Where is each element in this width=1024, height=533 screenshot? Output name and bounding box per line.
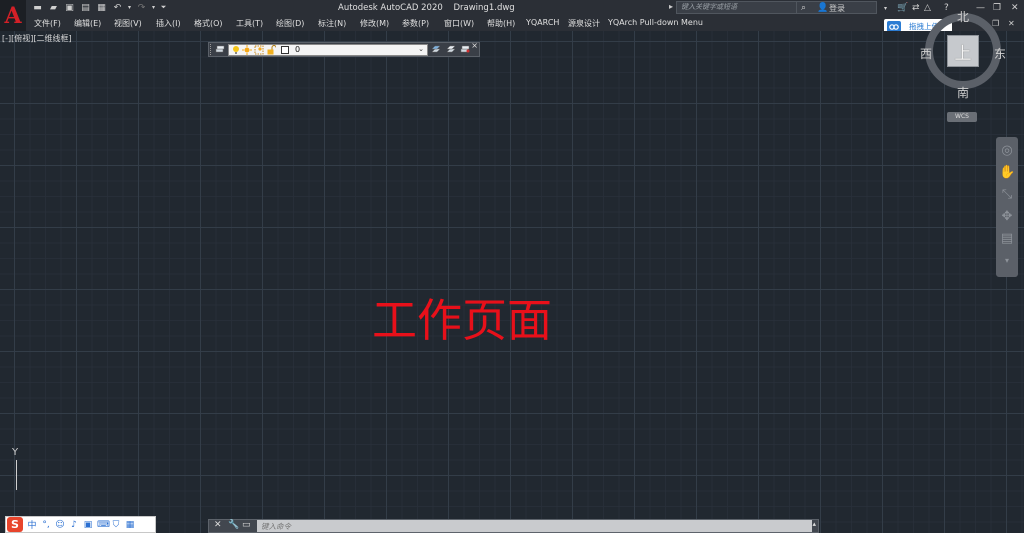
menu-edit[interactable]: 编辑(E) [74, 18, 101, 29]
shirt-icon[interactable]: ⛉ [111, 520, 121, 530]
navigation-bar: ◎ ✋ ⤡ ✥ ▤ ▾ [996, 137, 1018, 277]
search-expand-icon[interactable]: ▸ [669, 2, 673, 11]
save-icon[interactable]: ▣ [64, 2, 75, 13]
title-bar: ▬ ▰ ▣ ▤ ▦ ↶ ▾ ↷ ▾ ⏷ Autodesk AutoCAD 202… [0, 0, 1024, 16]
redo-icon[interactable]: ↷ [136, 2, 147, 13]
window-title: Autodesk AutoCAD 2020 Drawing1.dwg [338, 3, 523, 13]
menu-yqarch-pulldown[interactable]: YQArch Pull-down Menu [608, 18, 703, 27]
work-area-annotation: 工作页面 [372, 294, 553, 347]
menu-view[interactable]: 视图(V) [114, 18, 142, 29]
layer-color-swatch[interactable] [281, 46, 289, 54]
emoji-icon[interactable]: ☺ [55, 520, 65, 530]
open-icon[interactable]: ▰ [48, 2, 59, 13]
menu-window[interactable]: 窗口(W) [444, 18, 474, 29]
layer-viewport-freeze-icon[interactable] [254, 45, 264, 55]
viewcube-top-face[interactable]: 上 [947, 35, 979, 67]
new-icon[interactable]: ▬ [32, 2, 43, 13]
sogou-logo-icon[interactable]: S [7, 517, 23, 532]
command-line: ✕ 🔧 ▭ ▴ [208, 519, 819, 533]
pan-icon[interactable]: ✋ [999, 165, 1015, 181]
microphone-icon[interactable]: ♪ [69, 520, 79, 530]
zoom-extents-icon[interactable]: ⤡ [999, 187, 1015, 203]
layer-unlock-icon[interactable] [266, 45, 276, 55]
menu-file[interactable]: 文件(F) [34, 18, 61, 29]
menu-format[interactable]: 格式(O) [194, 18, 223, 29]
menu-yqarch[interactable]: YQARCH [526, 18, 559, 27]
cmd-customize-icon[interactable]: 🔧 [228, 520, 239, 530]
menu-parametric[interactable]: 参数(P) [402, 18, 429, 29]
layer-state-icon[interactable] [460, 44, 470, 54]
app-menu-button[interactable]: A [0, 0, 26, 31]
showmotion-icon[interactable]: ▤ [999, 231, 1015, 247]
cart-icon[interactable]: 🛒 [897, 2, 908, 14]
autocad-logo-icon: A [4, 2, 22, 29]
toolbox-icon[interactable]: ▦ [125, 520, 135, 530]
navbar-menu-icon[interactable]: ▾ [999, 253, 1015, 269]
login-link[interactable]: 登录 [829, 2, 845, 14]
binoculars-icon[interactable]: ⌕ [801, 2, 806, 14]
undo-dropdown-icon[interactable]: ▾ [124, 2, 135, 13]
compass-north[interactable]: 北 [957, 8, 969, 25]
toolbar-grip[interactable] [210, 44, 213, 55]
compass-south[interactable]: 南 [957, 84, 969, 101]
punctuation-icon[interactable]: °, [41, 520, 51, 530]
menu-dimension[interactable]: 标注(N) [318, 18, 346, 29]
menu-draw[interactable]: 绘图(D) [276, 18, 304, 29]
current-layer-name: 0 [295, 45, 301, 54]
compass-east[interactable]: 东 [994, 45, 1006, 62]
make-current-layer-icon[interactable] [431, 44, 441, 54]
saveas-icon[interactable]: ▤ [80, 2, 91, 13]
doc-close-icon[interactable]: ✕ [1008, 17, 1015, 29]
steering-wheel-icon[interactable]: ◎ [999, 143, 1015, 159]
menu-insert[interactable]: 插入(I) [156, 18, 181, 29]
viewport-controls[interactable]: [-][俯视][二维线框] [2, 33, 72, 44]
cmd-recent-icon[interactable]: ▭ [242, 520, 251, 530]
document-title: Drawing1.dwg [453, 3, 515, 13]
drawing-viewport[interactable]: [-][俯视][二维线框] 0 ⌄ × 工作页面 [0, 31, 1024, 533]
close-icon[interactable]: ✕ [1011, 2, 1019, 14]
menu-bar: 文件(F) 编辑(E) 视图(V) 插入(I) 格式(O) 工具(T) 绘图(D… [26, 16, 1024, 31]
print-icon[interactable]: ▦ [96, 2, 107, 13]
wcs-menu-button[interactable]: WCS [947, 112, 977, 122]
customize-icon[interactable]: ⏷ [158, 2, 169, 13]
undo-icon[interactable]: ↶ [112, 2, 123, 13]
orbit-icon[interactable]: ✥ [999, 209, 1015, 225]
ime-toolbar: S 中 °, ☺ ♪ ▣ ⌨ ⛉ ▦ [5, 516, 156, 533]
user-icon[interactable]: 👤 [817, 2, 828, 14]
app-title: Autodesk AutoCAD 2020 [338, 3, 443, 13]
menu-help[interactable]: 帮助(H) [487, 18, 515, 29]
login-dropdown-icon[interactable]: ▾ [884, 2, 887, 14]
menu-yuanquan[interactable]: 源泉设计 [568, 18, 600, 29]
cmd-history-icon[interactable]: ▴ [812, 520, 816, 528]
keyboard-icon[interactable]: ⌨ [97, 520, 110, 530]
menu-modify[interactable]: 修改(M) [360, 18, 389, 29]
chevron-down-icon[interactable]: ⌄ [418, 45, 424, 53]
exchange-icon[interactable]: ⇄ [912, 2, 920, 14]
skin-icon[interactable]: ▣ [83, 520, 93, 530]
viewcube[interactable]: 上 北 南 西 东 [920, 8, 1006, 100]
command-input[interactable] [257, 520, 812, 532]
layer-properties-icon[interactable] [215, 44, 225, 54]
layer-toolbar: 0 ⌄ × [208, 41, 480, 57]
ucs-y-axis-label: Y [12, 447, 19, 458]
cmd-close-icon[interactable]: ✕ [214, 520, 222, 530]
menu-tools[interactable]: 工具(T) [236, 18, 263, 29]
layer-previous-icon[interactable] [446, 44, 456, 54]
layer-dropdown[interactable]: 0 ⌄ [228, 44, 428, 56]
compass-west[interactable]: 西 [920, 45, 932, 62]
ime-mode-toggle[interactable]: 中 [27, 518, 37, 531]
layer-thaw-icon[interactable] [242, 45, 252, 55]
layer-on-icon[interactable] [231, 45, 241, 55]
ucs-y-axis-icon [16, 460, 17, 490]
toolbar-close-icon[interactable]: × [471, 41, 478, 50]
search-input[interactable]: 键入关键字或短语 [676, 1, 797, 14]
